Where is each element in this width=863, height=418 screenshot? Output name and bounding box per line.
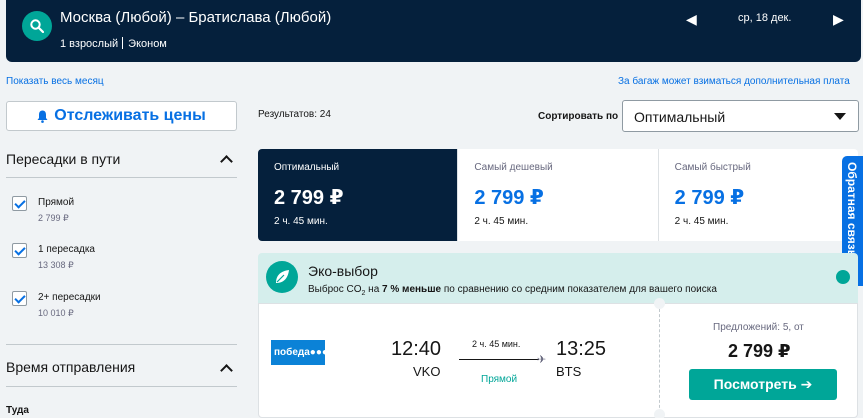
direct-checkbox[interactable] bbox=[12, 196, 27, 211]
eco-indicator-dot bbox=[836, 270, 850, 284]
route-title: Москва (Любой) – Братислава (Любой) bbox=[60, 9, 332, 26]
results-count: Результатов: 24 bbox=[258, 109, 331, 120]
view-deal-button[interactable]: Посмотреть ➔ bbox=[689, 369, 837, 400]
eco-text-prefix: Выброс CO bbox=[308, 284, 362, 295]
departure-time-title[interactable]: Время отправления bbox=[6, 359, 135, 375]
sort-select[interactable]: Оптимальный bbox=[622, 100, 859, 132]
flight-result-card[interactable]: победа●●● 12:40 VKO 2 ч. 45 мин. ✈ Прямо… bbox=[258, 298, 858, 418]
tab-name: Самый дешевый bbox=[474, 162, 553, 173]
direction-label: Туда bbox=[6, 405, 29, 416]
tab-price: 2 799 ₽ bbox=[274, 187, 344, 209]
departure-time: 12:40 bbox=[391, 338, 442, 360]
tab-cheapest[interactable]: Самый дешевый 2 799 ₽ 2 ч. 45 мин. bbox=[458, 149, 659, 241]
eco-description: Выброс CO2 на 7 % меньше по сравнению со… bbox=[308, 284, 717, 297]
divider bbox=[6, 177, 237, 178]
filter-label: 2+ пересадки bbox=[38, 292, 101, 303]
one-stop-checkbox[interactable] bbox=[12, 243, 27, 258]
cabin-class: Эконом bbox=[128, 38, 167, 50]
stops-filter-title[interactable]: Пересадки в пути bbox=[6, 151, 120, 167]
ticket-notch bbox=[654, 298, 665, 309]
ticket-notch bbox=[654, 409, 665, 418]
search-button[interactable] bbox=[22, 11, 52, 41]
search-icon bbox=[30, 19, 44, 33]
sort-tabs: Оптимальный 2 799 ₽ 2 ч. 45 мин. Самый д… bbox=[258, 149, 858, 241]
filter-price: 10 010 ₽ bbox=[38, 308, 74, 318]
eco-banner: Эко-выбор Выброс CO2 на 7 % меньше по ср… bbox=[258, 253, 858, 303]
arrival-time: 13:25 bbox=[556, 338, 607, 360]
leaf-icon bbox=[266, 261, 298, 293]
departure-airport: VKO bbox=[413, 364, 441, 379]
search-summary-bar[interactable]: Москва (Любой) – Братислава (Любой) 1 вз… bbox=[6, 0, 861, 62]
flight-price: 2 799 ₽ bbox=[728, 341, 791, 361]
card-divider bbox=[659, 304, 660, 418]
track-prices-button[interactable]: Отслеживать цены bbox=[6, 101, 237, 131]
filter-label: Прямой bbox=[38, 197, 75, 208]
bell-icon bbox=[37, 110, 48, 123]
eco-title: Эко-выбор bbox=[308, 263, 378, 279]
divider bbox=[6, 386, 237, 387]
tab-best[interactable]: Оптимальный 2 799 ₽ 2 ч. 45 мин. bbox=[258, 149, 459, 241]
eco-text-bold: 7 % меньше bbox=[382, 284, 442, 295]
separator bbox=[122, 37, 124, 49]
track-prices-label: Отслеживать цены bbox=[54, 107, 206, 124]
tab-duration: 2 ч. 45 мин. bbox=[674, 216, 729, 227]
divider bbox=[6, 344, 237, 345]
baggage-fee-link[interactable]: За багаж может взиматься дополнительная … bbox=[618, 76, 850, 87]
chevron-up-icon[interactable] bbox=[220, 155, 233, 168]
prev-date-arrow-icon[interactable]: ◀ bbox=[686, 11, 697, 28]
next-date-arrow-icon[interactable]: ▶ bbox=[833, 11, 844, 28]
flight-duration: 2 ч. 45 мин. bbox=[472, 339, 521, 349]
filter-label: 1 пересадка bbox=[38, 244, 95, 255]
selected-date[interactable]: ср, 18 дек. bbox=[738, 12, 791, 24]
route-line bbox=[459, 359, 539, 360]
tab-fastest[interactable]: Самый быстрый 2 799 ₽ 2 ч. 45 мин. bbox=[659, 149, 858, 241]
feedback-label: Обратная связь bbox=[845, 162, 859, 258]
tab-name: Оптимальный bbox=[274, 162, 340, 173]
tab-duration: 2 ч. 45 мин. bbox=[474, 216, 529, 227]
caret-down-icon bbox=[834, 113, 846, 120]
trip-details: 1 взрослый Эконом bbox=[60, 37, 167, 50]
tab-price: 2 799 ₽ bbox=[674, 187, 745, 209]
chevron-up-icon[interactable] bbox=[220, 364, 233, 377]
two-plus-stops-checkbox[interactable] bbox=[12, 291, 27, 306]
filter-price: 2 799 ₽ bbox=[38, 213, 69, 223]
arrival-airport: BTS bbox=[556, 364, 582, 379]
show-month-link[interactable]: Показать весь месяц bbox=[6, 76, 104, 87]
tab-name: Самый быстрый bbox=[674, 162, 751, 173]
tab-duration: 2 ч. 45 мин. bbox=[274, 216, 328, 227]
airline-logo: победа●●● bbox=[271, 340, 328, 365]
offers-count: Предложений: 5, от bbox=[713, 322, 804, 333]
filter-price: 13 308 ₽ bbox=[38, 260, 74, 270]
eco-text-mid: на bbox=[365, 284, 383, 295]
passengers-count: 1 взрослый bbox=[60, 38, 119, 50]
sort-label: Сортировать по bbox=[538, 111, 619, 122]
tab-price: 2 799 ₽ bbox=[474, 187, 544, 209]
stops-info: Прямой bbox=[481, 374, 518, 385]
sort-value: Оптимальный bbox=[634, 109, 726, 125]
plane-icon: ✈ bbox=[537, 354, 547, 366]
eco-text-suffix: по сравнению со средним показателем для … bbox=[441, 284, 717, 295]
